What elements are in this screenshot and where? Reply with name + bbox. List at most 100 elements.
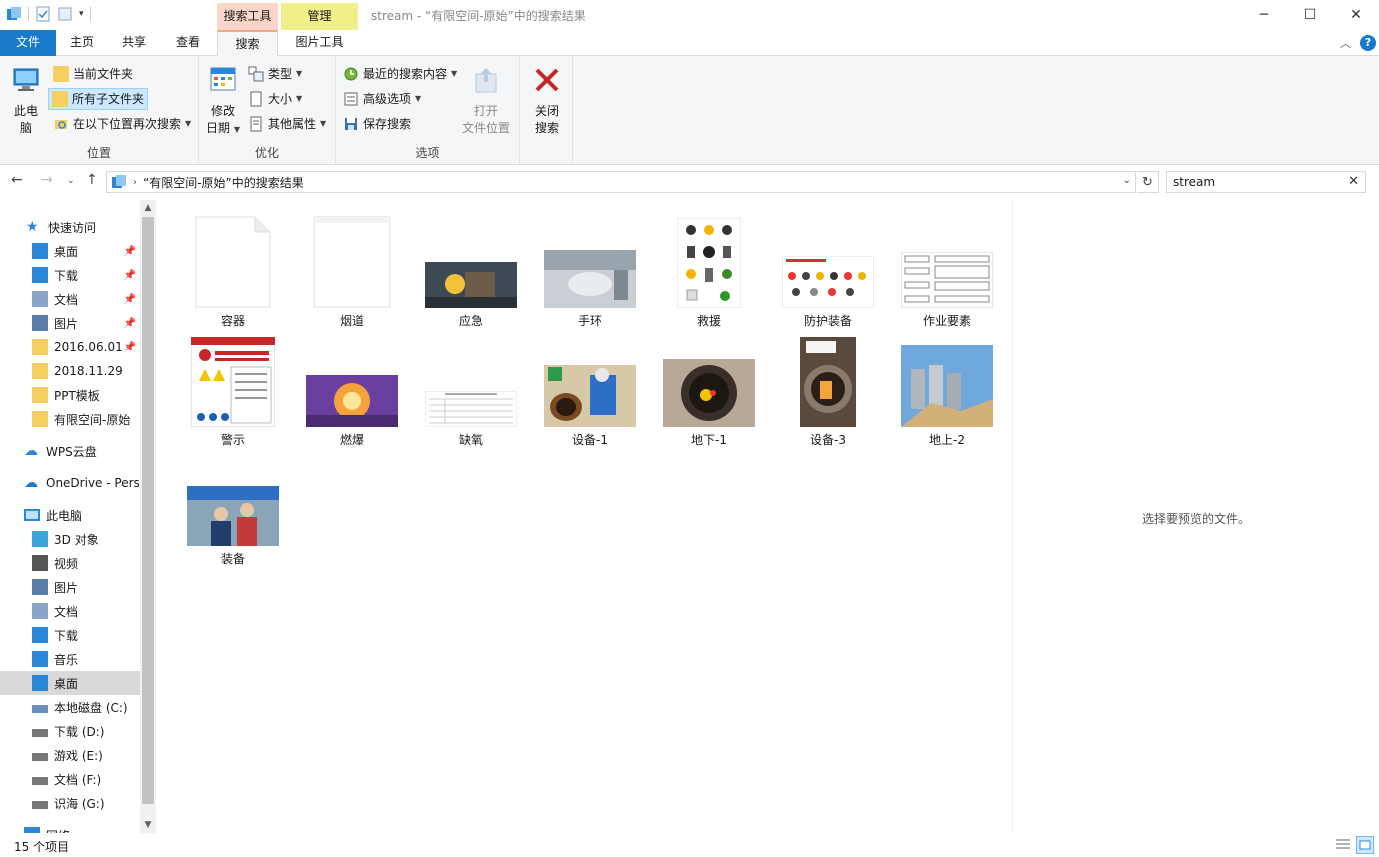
open-file-location-button[interactable]: 打开 文件位置 [460,64,512,137]
file-item[interactable]: 警示 [178,327,288,447]
save-icon [345,118,357,130]
breadcrumb[interactable]: “有限空间-原始”中的搜索结果 [143,174,304,191]
kind-button[interactable]: 类型 ▼ [245,63,305,85]
nav-wps-cloud[interactable]: ☁ WPS云盘 [0,439,140,463]
tab-view[interactable]: 查看 [164,30,212,56]
sidebar-item[interactable]: 2018.11.29 [0,359,140,383]
onedrive-icon: ☁ [24,475,38,491]
tab-share[interactable]: 共享 [110,30,158,56]
all-subfolders-button[interactable]: 所有子文件夹 [48,88,149,110]
sidebar-item[interactable]: 文档 [0,599,140,623]
nav-scrollbar[interactable]: ▲ ▼ [140,200,156,833]
sidebar-item[interactable]: 音乐 [0,647,140,671]
documents-icon [32,603,48,619]
sidebar-item[interactable]: 下载 (D:) [0,719,140,743]
sidebar-item[interactable]: 图片 [0,575,140,599]
group-location: 此电 脑 当前文件夹 所有子文件夹 在以下位置再次搜索 ▼ 位置 [0,56,199,165]
refresh-icon[interactable]: ↻ [1137,171,1159,193]
search-again-button[interactable]: 在以下位置再次搜索 ▼ [50,113,194,135]
tab-picture-tools[interactable]: 图片工具 [281,30,358,56]
sidebar-item[interactable]: 桌面 [0,671,140,695]
sidebar-item-label: 下载 [54,628,79,643]
group-label-location: 位置 [86,146,111,160]
tab-home[interactable]: 主页 [58,30,106,56]
customize-qat-icon[interactable]: ▾ [79,9,84,19]
file-item[interactable]: 设备-1 [535,327,645,447]
current-folder-button[interactable]: 当前文件夹 [50,63,136,85]
file-item[interactable]: 设备-3 [773,327,883,447]
file-item[interactable]: 地上-2 [892,327,1002,447]
size-button[interactable]: 大小 ▼ [245,88,305,110]
sidebar-item[interactable]: PPT模板 [0,383,140,407]
nav-this-pc[interactable]: 此电脑 [0,503,140,527]
sidebar-item[interactable]: 文档 (F:) [0,767,140,791]
recent-locations-chevron-icon[interactable]: ⌄ [67,176,75,186]
sidebar-item[interactable]: 下载 [0,623,140,647]
file-item[interactable]: 地下-1 [654,327,764,447]
sidebar-item[interactable]: 视频 [0,551,140,575]
nav-scrollbar-thumb[interactable] [142,217,154,804]
search-input[interactable] [1173,175,1343,189]
nav-onedrive[interactable]: ☁ OneDrive - Perso [0,471,147,495]
recent-searches-button[interactable]: 最近的搜索内容 ▼ [340,63,460,85]
folder-icon [32,411,48,427]
date-modified-button[interactable]: 修改 日期 ▼ [205,64,241,138]
star-icon: ★ [26,219,39,235]
maximize-button[interactable]: ☐ [1287,0,1333,30]
nav-network[interactable]: 网络 [0,823,140,833]
new-folder-icon[interactable] [57,6,73,22]
back-arrow-icon[interactable]: ← [11,172,23,188]
tab-file[interactable]: 文件 [0,30,56,56]
subfolders-icon [52,91,68,107]
sidebar-item[interactable]: 文档 📌 [0,287,140,311]
sidebar-item[interactable]: 桌面 📌 [0,239,140,263]
file-item[interactable]: 容器 [178,208,288,328]
blank-image-thumbnail [313,216,391,308]
properties-icon[interactable] [35,6,51,22]
explorer-icon[interactable] [6,6,22,22]
file-item[interactable]: 烟道 [297,208,407,328]
sidebar-item-label: 图片 [54,316,79,331]
address-bar[interactable]: › “有限空间-原始”中的搜索结果 ⌄ [106,171,1136,193]
up-arrow-icon[interactable]: ↑ [86,172,98,188]
close-button[interactable]: ✕ [1333,0,1379,30]
collapse-ribbon-icon[interactable]: ︿ [1340,35,1351,51]
file-item[interactable]: 作业要素 [892,208,1002,328]
sidebar-item[interactable]: 下载 📌 [0,263,140,287]
file-item[interactable]: 装备 [178,446,288,566]
sidebar-item[interactable]: 游戏 (E:) [0,743,140,767]
scroll-up-icon[interactable]: ▲ [140,200,156,216]
save-search-button[interactable]: 保存搜索 [340,113,414,135]
file-item[interactable]: 缺氧 [416,327,526,447]
explosion-photo-thumbnail [306,375,398,427]
file-item[interactable]: 手环 [535,208,645,328]
file-item[interactable]: 防护装备 [773,208,883,328]
oxygen-table-thumbnail [425,391,517,427]
advanced-options-button[interactable]: 高级选项 ▼ [340,88,424,110]
sidebar-item[interactable]: 识海 (G:) [0,791,140,815]
nav-quick-access[interactable]: ★ 快速访问 [0,215,140,239]
minimize-button[interactable]: ─ [1241,0,1287,30]
sidebar-item[interactable]: 本地磁盘 (C:) [0,695,140,719]
address-dropdown-icon[interactable]: ⌄ [1123,175,1131,186]
file-item[interactable]: 应急 [416,208,526,328]
this-pc-button[interactable]: 此电 脑 [6,64,46,137]
large-icons-view-icon[interactable] [1356,836,1374,854]
other-properties-button[interactable]: 其他属性 ▼ [245,113,329,135]
close-search-button[interactable]: 关闭 搜索 [528,64,566,137]
breadcrumb-separator-icon[interactable]: › [133,177,137,188]
tab-search[interactable]: 搜索 [217,30,278,57]
sidebar-item[interactable]: 有限空间-原始 [0,407,140,431]
sidebar-item[interactable]: 3D 对象 [0,527,140,551]
details-view-icon[interactable] [1334,836,1352,854]
sidebar-item[interactable]: 2016.06.01 📌 [0,335,140,359]
file-item[interactable]: 燃爆 [297,327,407,447]
clear-search-icon[interactable]: ✕ [1348,174,1359,189]
scroll-down-icon[interactable]: ▼ [140,817,156,833]
search-box[interactable]: ✕ [1166,171,1366,193]
forward-arrow-icon[interactable]: → [41,172,53,188]
sidebar-item[interactable]: 图片 📌 [0,311,140,335]
help-icon[interactable]: ? [1360,35,1376,51]
file-item[interactable]: 救援 [654,208,764,328]
folder-icon [53,66,69,82]
